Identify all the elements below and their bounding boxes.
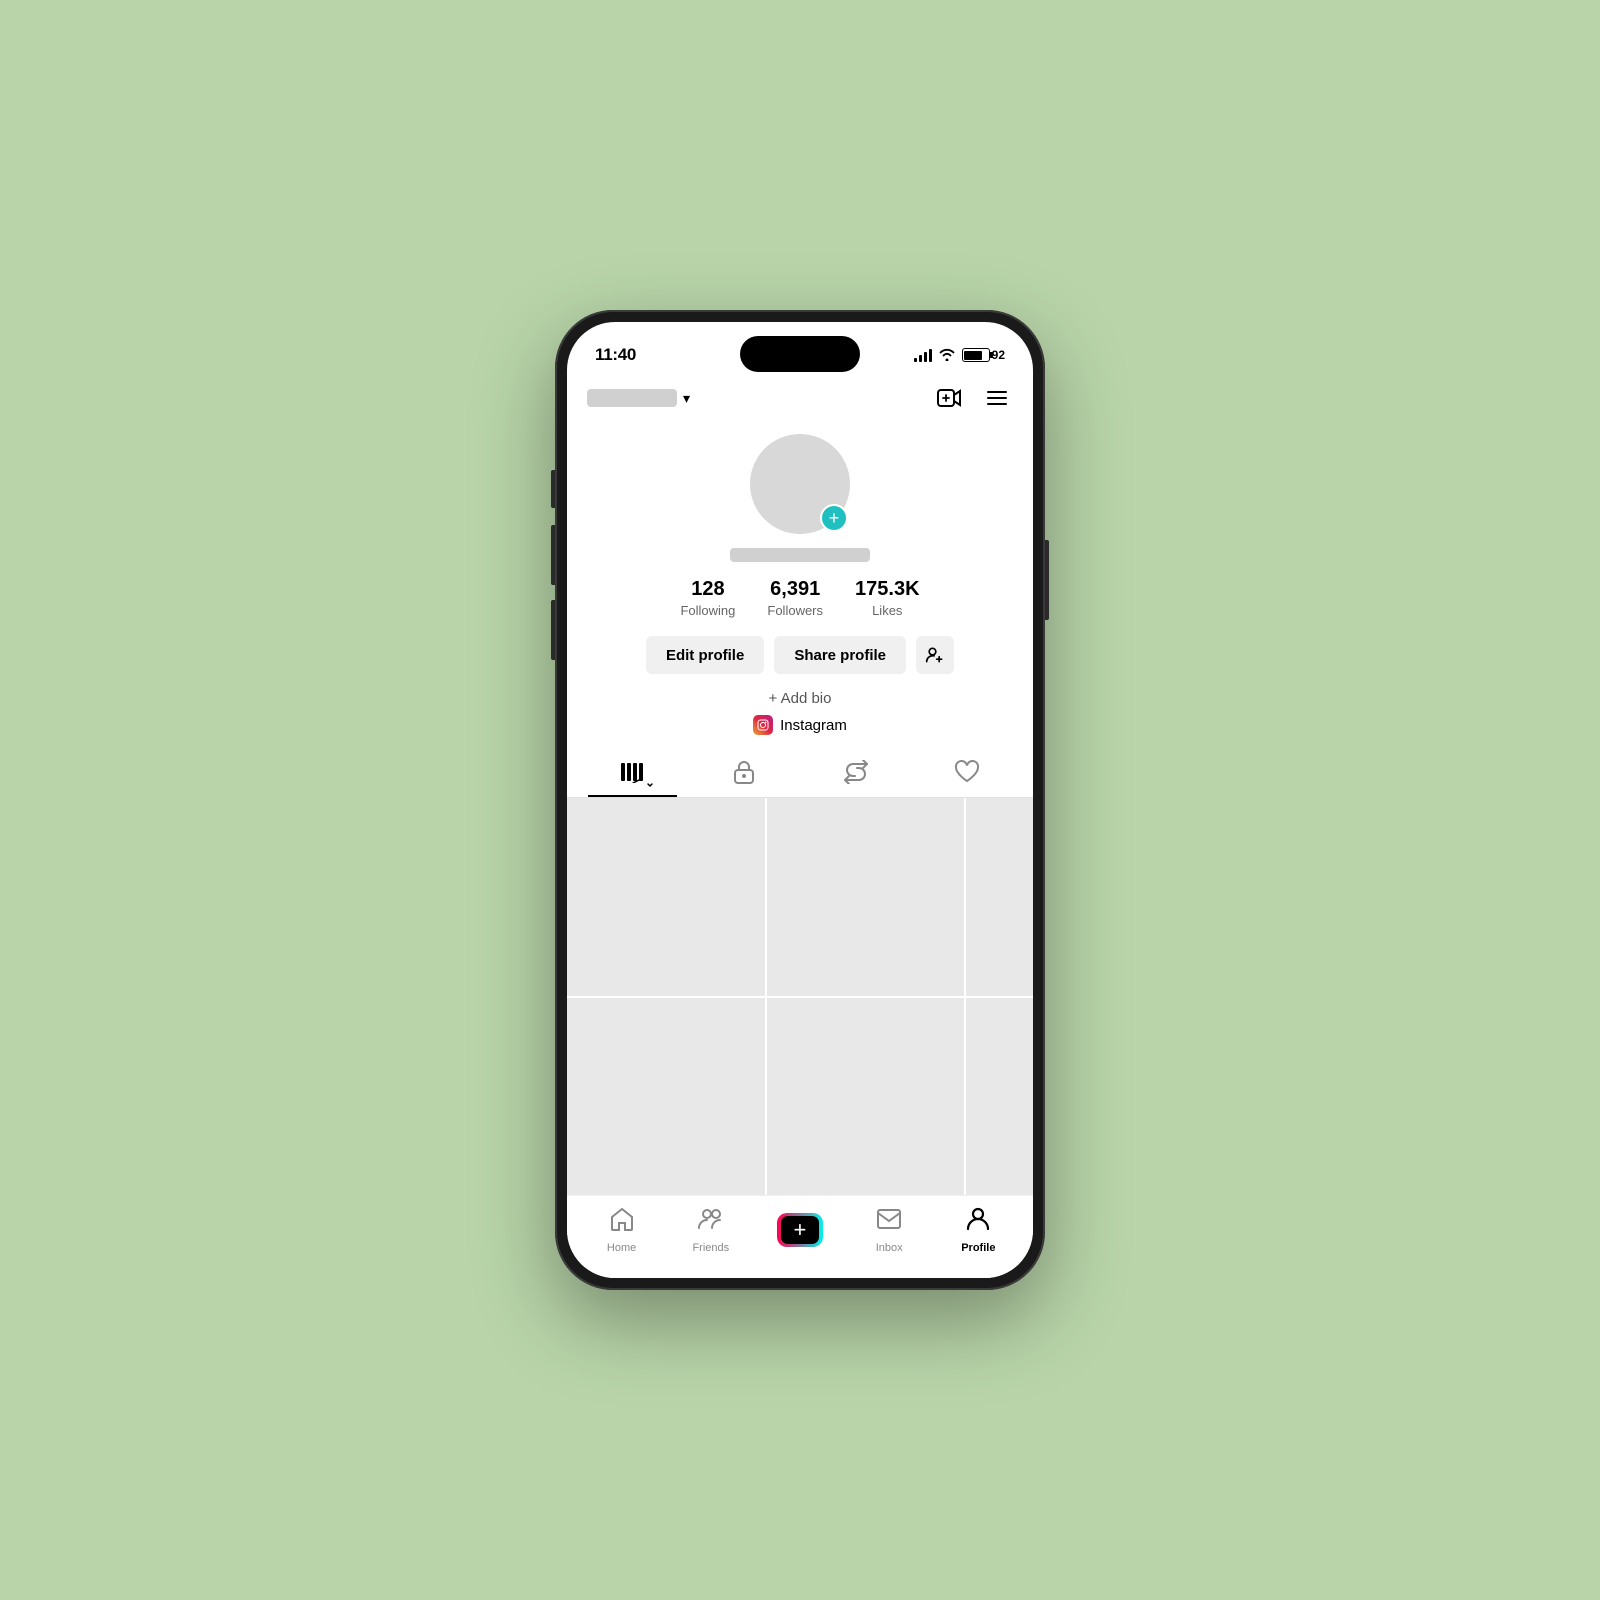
signal-bar-1 — [914, 358, 917, 362]
friends-label: Friends — [692, 1242, 729, 1254]
content-grid — [567, 798, 1033, 1195]
likes-count: 175.3K — [855, 578, 920, 601]
signal-bar-2 — [919, 355, 922, 362]
grid-cell-1[interactable] — [567, 798, 765, 996]
nav-inbox[interactable]: Inbox — [859, 1206, 919, 1254]
add-friend-button[interactable] — [916, 636, 954, 674]
mute-button[interactable] — [551, 470, 555, 508]
avatar-container: + — [750, 434, 850, 534]
grid-cell-5[interactable] — [767, 998, 965, 1196]
volume-down-button[interactable] — [551, 600, 555, 660]
nav-friends[interactable]: Friends — [681, 1206, 741, 1254]
likes-stat[interactable]: 175.3K Likes — [855, 578, 920, 618]
tab-videos[interactable] — [577, 747, 689, 797]
battery-percent: 92 — [992, 348, 1005, 362]
tab-reposted[interactable] — [800, 747, 912, 797]
home-label: Home — [607, 1242, 636, 1254]
likes-label: Likes — [872, 603, 902, 618]
app-header: ▾ — [567, 374, 1033, 424]
inbox-icon — [876, 1206, 902, 1239]
header-right — [933, 382, 1013, 414]
phone-frame: 11:40 — [555, 310, 1045, 1290]
wifi-icon — [938, 347, 956, 364]
action-buttons: Edit profile Share profile — [646, 636, 954, 674]
chevron-down-icon: ▾ — [683, 390, 690, 407]
battery-icon: 92 — [962, 348, 1005, 362]
followers-label: Followers — [767, 603, 823, 618]
following-stat[interactable]: 128 Following — [680, 578, 735, 618]
nav-home[interactable]: Home — [592, 1206, 652, 1254]
instagram-icon — [753, 715, 773, 735]
signal-bars-icon — [914, 348, 932, 362]
tab-private[interactable] — [689, 747, 801, 797]
username-text — [587, 389, 677, 407]
menu-icon[interactable] — [981, 382, 1013, 414]
nav-profile[interactable]: Profile — [948, 1206, 1008, 1254]
stats-row: 128 Following 6,391 Followers 175.3K Lik… — [680, 578, 919, 618]
grid-cell-4[interactable] — [567, 998, 765, 1196]
grid-cell-2[interactable] — [767, 798, 965, 996]
home-icon — [609, 1206, 635, 1239]
status-icons: 92 — [914, 347, 1005, 364]
power-button[interactable] — [1045, 540, 1049, 620]
instagram-label: Instagram — [780, 717, 847, 734]
profile-username-bar — [730, 548, 870, 562]
username-dropdown[interactable]: ▾ — [587, 389, 690, 407]
following-label: Following — [680, 603, 735, 618]
grid-cell-6[interactable] — [966, 998, 1033, 1196]
signal-bar-3 — [924, 352, 927, 362]
bottom-nav: Home Friends + — [567, 1195, 1033, 1278]
dynamic-island — [740, 336, 860, 372]
inbox-label: Inbox — [876, 1242, 903, 1254]
instagram-link[interactable]: Instagram — [753, 715, 847, 735]
phone-screen: 11:40 — [567, 322, 1033, 1278]
add-bio-link[interactable]: + Add bio — [769, 690, 832, 707]
nav-create[interactable]: + — [770, 1213, 830, 1247]
friends-icon — [697, 1206, 725, 1239]
share-profile-button[interactable]: Share profile — [774, 636, 906, 674]
following-count: 128 — [691, 578, 724, 601]
edit-profile-button[interactable]: Edit profile — [646, 636, 764, 674]
avatar-add-button[interactable]: + — [820, 504, 848, 532]
followers-count: 6,391 — [770, 578, 820, 601]
profile-section: + 128 Following 6,391 Followers 175.3K — [567, 424, 1033, 747]
add-video-icon[interactable] — [933, 382, 965, 414]
content-tabs — [567, 747, 1033, 798]
signal-bar-4 — [929, 349, 932, 362]
followers-stat[interactable]: 6,391 Followers — [767, 578, 823, 618]
grid-cell-3[interactable] — [966, 798, 1033, 996]
volume-up-button[interactable] — [551, 525, 555, 585]
create-button[interactable]: + — [777, 1213, 823, 1247]
create-plus-icon: + — [781, 1216, 819, 1244]
profile-icon — [965, 1206, 991, 1239]
phone-wrapper: 11:40 — [555, 310, 1045, 1290]
status-time: 11:40 — [595, 345, 636, 365]
tab-liked[interactable] — [912, 747, 1024, 797]
profile-label: Profile — [961, 1242, 995, 1254]
